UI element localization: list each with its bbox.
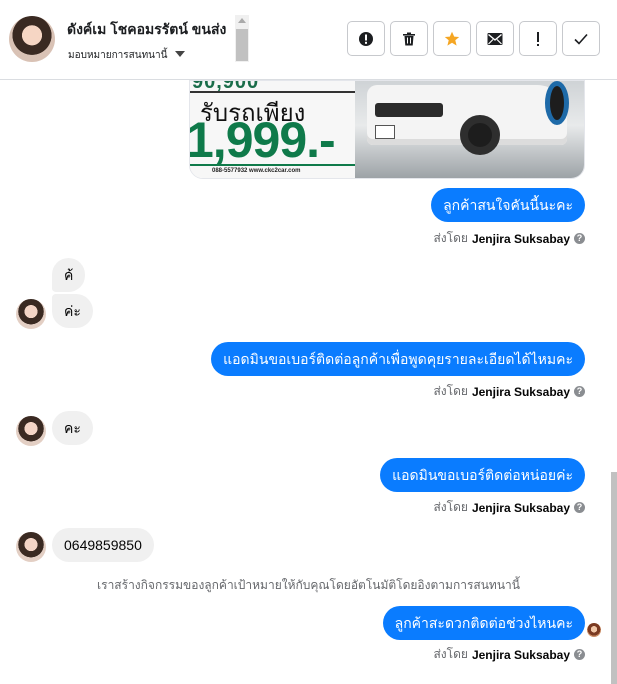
outgoing-message[interactable]: แอดมินขอเบอร์ติดต่อหน่อยค่ะ — [380, 458, 585, 492]
trash-icon — [403, 32, 415, 45]
sent-by-label: ส่งโดย Jenjira Suksabay ? — [433, 229, 585, 248]
flag-spam-button[interactable] — [519, 21, 557, 56]
delete-button[interactable] — [390, 21, 428, 56]
contact-avatar-small[interactable] — [16, 299, 46, 329]
help-icon[interactable]: ? — [574, 386, 585, 397]
incoming-message[interactable]: ค่ะ — [52, 294, 93, 328]
truck-photo — [355, 81, 584, 178]
sent-by-prefix: ส่งโดย — [433, 384, 468, 398]
sent-by-label: ส่งโดย Jenjira Suksabay ? — [433, 645, 585, 664]
agent-name: Jenjira Suksabay — [471, 384, 570, 399]
ad-underline — [190, 164, 355, 166]
sent-by-prefix: ส่งโดย — [433, 647, 468, 661]
agent-name: Jenjira Suksabay — [471, 500, 570, 515]
ad-price: 1,999.- — [189, 112, 336, 168]
incoming-message[interactable]: 0649859850 — [52, 528, 154, 562]
incoming-message[interactable]: ค้ — [52, 258, 86, 292]
header-actions — [347, 21, 600, 56]
contact-avatar-small[interactable] — [16, 532, 46, 562]
outgoing-message[interactable]: แอดมินขอเบอร์ติดต่อลูกค้าเพื่อพูดคุยรายล… — [211, 342, 585, 376]
sent-by-prefix: ส่งโดย — [433, 500, 468, 514]
help-icon[interactable]: ? — [574, 233, 585, 244]
envelope-icon — [487, 32, 503, 45]
contact-name[interactable]: ดังค์เม โชคอมรรัตน์ ขนส่ง — [67, 19, 226, 41]
truck-wheel — [545, 81, 569, 125]
contact-avatar[interactable] — [9, 16, 55, 62]
assign-conversation-label[interactable]: มอบหมายการสนทนานี้ — [68, 48, 167, 63]
seen-avatar-icon — [587, 623, 601, 637]
sent-by-label: ส่งโดย Jenjira Suksabay ? — [433, 382, 585, 401]
contact-avatar-small[interactable] — [16, 416, 46, 446]
agent-name: Jenjira Suksabay — [471, 647, 570, 662]
agent-name: Jenjira Suksabay — [471, 231, 570, 246]
conversation-header: ดังค์เม โชคอมรรัตน์ ขนส่ง มอบหมายการสนทน… — [0, 0, 617, 80]
chevron-down-icon[interactable] — [175, 51, 185, 57]
exclamation-icon — [537, 31, 539, 46]
message-thread[interactable]: 90,900 รับรถเพียง 1,999.- 088-5577932 ww… — [0, 80, 617, 684]
system-notice: เราสร้างกิจกรรมของลูกค้าเป้าหมายให้กับคุ… — [97, 578, 520, 592]
help-icon[interactable]: ? — [574, 502, 585, 513]
report-button[interactable] — [347, 21, 385, 56]
star-button[interactable] — [433, 21, 471, 56]
shared-ad-image[interactable]: 90,900 รับรถเพียง 1,999.- 088-5577932 ww… — [189, 80, 585, 179]
thread-scrollbar[interactable] — [611, 472, 617, 684]
report-icon — [359, 31, 373, 46]
outgoing-message[interactable]: ลูกค้าสะดวกติดต่อช่วงไหนคะ — [382, 606, 585, 640]
truck-grill — [375, 103, 443, 117]
incoming-message[interactable]: คะ — [52, 411, 93, 445]
scroll-up-icon[interactable] — [238, 18, 246, 23]
ad-text-panel: 90,900 รับรถเพียง 1,999.- 088-5577932 ww… — [189, 81, 355, 178]
mark-done-button[interactable] — [562, 21, 600, 56]
mark-unread-button[interactable] — [476, 21, 514, 56]
truck-wheel — [460, 115, 500, 155]
sent-by-label: ส่งโดย Jenjira Suksabay ? — [433, 498, 585, 517]
help-icon[interactable]: ? — [574, 649, 585, 660]
name-scrollbar[interactable] — [235, 15, 249, 62]
checkmark-icon — [574, 33, 588, 45]
outgoing-message[interactable]: ลูกค้าสนใจคันนี้นะคะ — [431, 188, 585, 222]
scroll-thumb[interactable] — [236, 29, 248, 61]
star-icon — [444, 31, 460, 46]
ad-contact: 088-5577932 www.ckc2car.com — [212, 168, 301, 174]
sent-by-prefix: ส่งโดย — [433, 231, 468, 245]
truck-plate — [375, 125, 395, 139]
